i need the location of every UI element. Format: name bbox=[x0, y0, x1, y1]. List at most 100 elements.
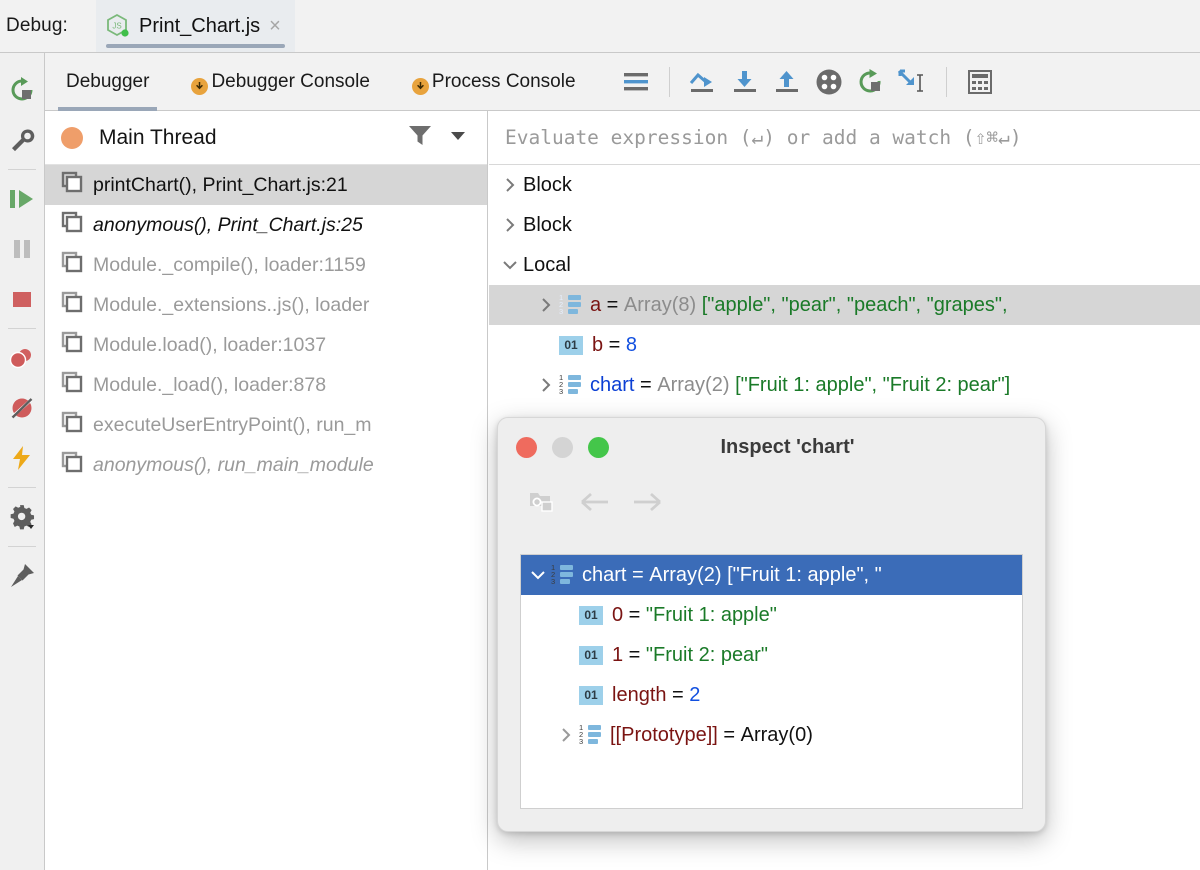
variables-group-block-2[interactable]: Block bbox=[489, 205, 1200, 245]
tab-debugger[interactable]: Debugger bbox=[45, 53, 170, 111]
breakpoints-icon bbox=[9, 349, 31, 369]
mute-breakpoints-button[interactable] bbox=[2, 383, 42, 433]
variable-row-a[interactable]: 123 a = Array(8) ["apple", "pear", "peac… bbox=[489, 285, 1200, 325]
step-out-icon bbox=[775, 70, 798, 92]
frame-row[interactable]: anonymous(), run_main_module bbox=[45, 445, 487, 485]
evaluate-expression-field[interactable]: Evaluate expression (↵) or add a watch (… bbox=[489, 111, 1200, 165]
settings-button[interactable] bbox=[2, 492, 42, 542]
thread-status-icon bbox=[61, 126, 83, 149]
frame-row[interactable]: Module._load(), loader:878 bbox=[45, 365, 487, 405]
svg-text:JS: JS bbox=[112, 22, 121, 31]
variables-group-local[interactable]: Local bbox=[489, 245, 1200, 285]
thread-selector[interactable]: Main Thread bbox=[45, 111, 487, 165]
step-over-button[interactable] bbox=[682, 61, 724, 103]
variable-name: b bbox=[592, 333, 604, 356]
thread-name: Main Thread bbox=[99, 125, 217, 149]
traffic-lights bbox=[498, 436, 609, 458]
drop-frame-button[interactable] bbox=[850, 61, 892, 103]
frame-label: Module.load(), loader:1037 bbox=[93, 333, 327, 356]
filter-icon[interactable] bbox=[407, 122, 433, 153]
variables-tree[interactable]: Block Block Local 123 a = Array(8) ["app… bbox=[489, 165, 1200, 405]
variable-row-b[interactable]: 01 b = 8 bbox=[489, 325, 1200, 365]
pause-button[interactable] bbox=[2, 224, 42, 274]
variable-row-chart[interactable]: 123 chart = Array(2) ["Fruit 1: apple", … bbox=[489, 365, 1200, 405]
dialog-variables-tree[interactable]: 123 chart = Array(2) ["Fruit 1: apple", … bbox=[520, 554, 1023, 809]
frame-label: anonymous(), Print_Chart.js:25 bbox=[93, 213, 363, 236]
variable-value: "Fruit 2: pear" bbox=[645, 643, 768, 666]
variables-group-block-1[interactable]: Block bbox=[489, 165, 1200, 205]
dialog-row-chart[interactable]: 123 chart = Array(2) ["Fruit 1: apple", … bbox=[521, 555, 1022, 595]
tab-debugger-console-label: Debugger Console bbox=[211, 70, 370, 92]
variable-name: [[Prototype]] bbox=[610, 723, 718, 746]
step-into-button[interactable] bbox=[724, 61, 766, 103]
nodejs-icon: JS bbox=[106, 13, 130, 39]
dialog-row-index-1[interactable]: 01 1 = "Fruit 2: pear" bbox=[521, 635, 1022, 675]
chevron-down-icon[interactable] bbox=[447, 124, 469, 151]
lightning-icon bbox=[13, 446, 30, 470]
show-execution-point-button[interactable] bbox=[615, 61, 657, 103]
run-to-cursor-button[interactable] bbox=[892, 61, 934, 103]
dialog-row-length[interactable]: 01 length = 2 bbox=[521, 675, 1022, 715]
stop-button[interactable] bbox=[2, 274, 42, 324]
close-button[interactable] bbox=[516, 436, 537, 458]
frame-row[interactable]: Module._extensions..js(), loader bbox=[45, 285, 487, 325]
pin-button[interactable] bbox=[2, 551, 42, 601]
chevron-right-icon[interactable] bbox=[497, 217, 523, 233]
stack-frame-icon bbox=[61, 291, 83, 319]
force-step-into-button[interactable] bbox=[808, 61, 850, 103]
array-icon: 123 bbox=[579, 724, 601, 746]
variable-value: 8 bbox=[625, 333, 638, 356]
drop-frame-icon bbox=[859, 68, 881, 92]
tab-process-console[interactable]: Process Console bbox=[391, 53, 597, 111]
chevron-right-icon[interactable] bbox=[533, 297, 559, 313]
evaluate-expression-button[interactable] bbox=[959, 61, 1001, 103]
minimize-button[interactable] bbox=[552, 436, 573, 458]
variable-name: 1 bbox=[612, 643, 624, 666]
rerun-button[interactable] bbox=[2, 65, 42, 115]
lines-icon bbox=[623, 72, 648, 90]
chevron-down-icon[interactable] bbox=[497, 258, 523, 272]
dialog-titlebar[interactable]: Inspect 'chart' bbox=[498, 418, 1045, 476]
file-tab-print-chart[interactable]: JS Print_Chart.js × bbox=[96, 0, 295, 52]
step-into-icon bbox=[733, 70, 756, 92]
chevron-right-icon[interactable] bbox=[533, 377, 559, 393]
inspect-icon[interactable] bbox=[528, 489, 558, 520]
chevron-right-icon[interactable] bbox=[553, 727, 579, 743]
dialog-row-prototype[interactable]: 123 [[Prototype]] = Array(0) bbox=[521, 715, 1022, 755]
step-out-button[interactable] bbox=[766, 61, 808, 103]
frames-list[interactable]: printChart(), Print_Chart.js:21 anonymou… bbox=[45, 165, 487, 485]
variable-value: ["Fruit 1: apple", " bbox=[727, 563, 882, 586]
frame-label: Module._compile(), loader:1159 bbox=[93, 253, 366, 276]
frame-row[interactable]: executeUserEntryPoint(), run_m bbox=[45, 405, 487, 445]
zoom-button[interactable] bbox=[588, 436, 609, 458]
tab-debugger-label: Debugger bbox=[66, 70, 150, 92]
resume-button[interactable] bbox=[2, 174, 42, 224]
back-arrow-icon[interactable] bbox=[580, 491, 610, 518]
variable-name: 0 bbox=[612, 603, 624, 626]
settings-lightning-button[interactable] bbox=[2, 433, 42, 483]
stack-frame-icon bbox=[61, 171, 83, 199]
stack-frame-icon bbox=[61, 371, 83, 399]
stop-icon bbox=[13, 292, 31, 307]
chevron-down-icon[interactable] bbox=[525, 568, 551, 582]
chevron-right-icon[interactable] bbox=[497, 177, 523, 193]
tab-process-console-label: Process Console bbox=[431, 70, 576, 92]
forward-arrow-icon[interactable] bbox=[632, 491, 662, 518]
tab-debugger-console[interactable]: Debugger Console bbox=[170, 53, 390, 111]
close-icon[interactable]: × bbox=[269, 16, 281, 36]
dialog-row-index-0[interactable]: 01 0 = "Fruit 1: apple" bbox=[521, 595, 1022, 635]
variable-value: 2 bbox=[689, 683, 701, 706]
view-breakpoints-button[interactable] bbox=[2, 333, 42, 383]
frame-row[interactable]: printChart(), Print_Chart.js:21 bbox=[45, 165, 487, 205]
variable-value: ["Fruit 1: apple", "Fruit 2: pear"] bbox=[735, 373, 1011, 396]
frame-row[interactable]: anonymous(), Print_Chart.js:25 bbox=[45, 205, 487, 245]
frame-row[interactable]: Module.load(), loader:1037 bbox=[45, 325, 487, 365]
frame-label: executeUserEntryPoint(), run_m bbox=[93, 413, 372, 436]
frame-row[interactable]: Module._compile(), loader:1159 bbox=[45, 245, 487, 285]
variable-value: "Fruit 1: apple" bbox=[645, 603, 777, 626]
frame-label: Module._load(), loader:878 bbox=[93, 373, 327, 396]
group-label: Local bbox=[523, 253, 571, 276]
edit-configuration-button[interactable] bbox=[2, 115, 42, 165]
run-to-cursor-icon bbox=[897, 69, 923, 92]
inspect-dialog[interactable]: Inspect 'chart' 1 2 3 chart = Array(2) [… bbox=[497, 417, 1046, 832]
